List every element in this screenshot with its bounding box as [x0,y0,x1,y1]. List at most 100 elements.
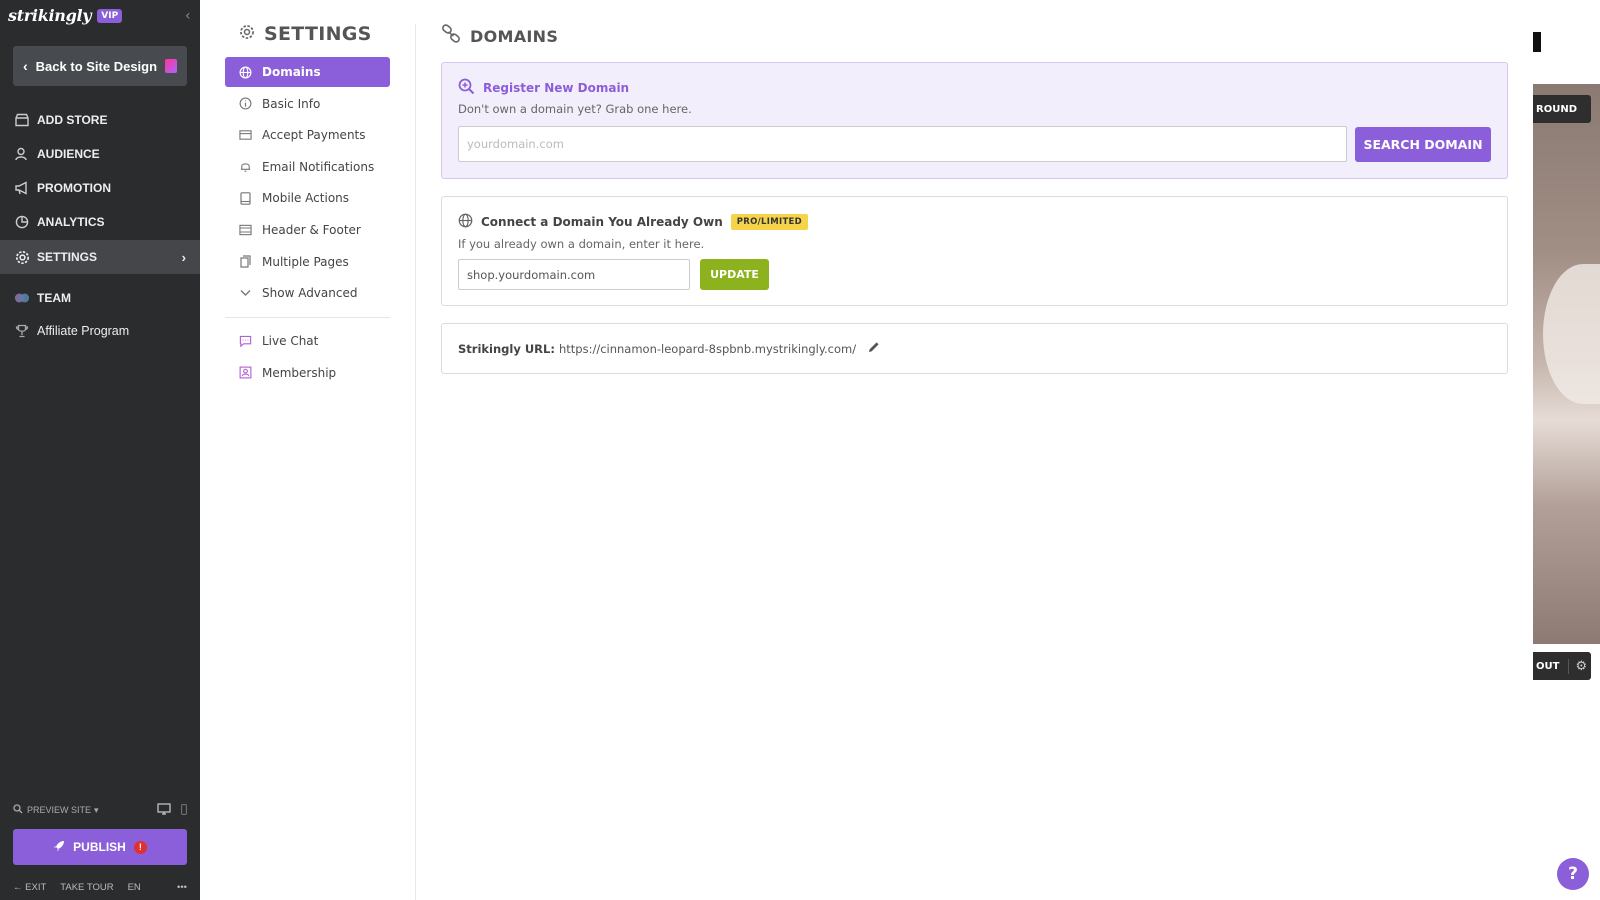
vip-badge: VIP [97,8,123,23]
globe-icon [238,66,253,79]
publish-alert-badge: ! [133,840,147,854]
sidebar-item-team[interactable]: TEAM [0,281,200,315]
preview-background-button[interactable]: ROUND [1533,95,1591,123]
language-button[interactable]: EN [128,882,141,893]
tab-accept-payments[interactable]: Accept Payments [225,120,390,150]
strikingly-logo[interactable]: strikingly [8,6,92,25]
sidebar-item-affiliate[interactable]: Affiliate Program [0,314,200,348]
tab-label: Membership [262,365,337,380]
back-to-site-design-button[interactable]: ‹ Back to Site Design [13,46,187,86]
more-options-button[interactable]: ••• [177,882,187,893]
rocket-icon [53,840,65,855]
tab-multiple-pages[interactable]: Multiple Pages [225,247,390,277]
desktop-icon[interactable] [157,803,171,817]
mobile-icon [238,192,253,205]
search-domain-icon [458,78,475,98]
gear-icon [14,250,30,265]
globe-icon [458,213,473,231]
preview-site-row: PREVIEW SITE ▾ [13,803,187,817]
pie-chart-icon [14,215,30,229]
tab-membership[interactable]: Membership [225,358,390,388]
brand: strikingly VIP [8,6,123,25]
register-domain-heading: Register New Domain [458,78,629,98]
tab-label: Mobile Actions [262,191,350,206]
help-button[interactable]: ? [1557,858,1589,890]
nav-divider [225,317,390,319]
exit-button[interactable]: ← EXIT [13,882,46,893]
credit-card-icon [238,129,253,141]
chevron-left-icon: ‹ [23,58,28,74]
info-icon [238,97,253,110]
link-icon [441,24,461,48]
preview-background-image [1533,84,1600,644]
pages-icon [238,255,253,268]
member-icon [238,366,253,379]
tab-live-chat[interactable]: Live Chat [225,326,390,356]
design-icon [165,59,177,73]
domain-search-input[interactable] [458,126,1347,162]
caret-down-icon: ▾ [94,804,99,815]
tab-label: Domains [262,65,321,79]
gear-icon[interactable]: ⚙ [1568,658,1587,674]
domains-heading: DOMAINS [441,24,558,48]
panel-divider [415,24,416,900]
sidebar-item-label: AUDIENCE [37,147,100,161]
preview-layout-button[interactable]: OUT ⚙ [1533,652,1591,680]
sidebar-item-label: ANALYTICS [37,215,105,229]
sidebar-item-label: PROMOTION [37,181,111,195]
device-toggle [157,803,187,817]
sidebar-item-label: SETTINGS [37,250,98,264]
publish-button[interactable]: PUBLISH ! [13,829,187,865]
chat-icon [238,335,253,348]
sidebar-item-settings[interactable]: SETTINGS › [0,240,200,274]
register-subtext: Don't own a domain yet? Grab one here. [458,102,692,116]
update-domain-button[interactable]: UPDATE [700,259,769,290]
tab-basic-info[interactable]: Basic Info [225,89,390,119]
tab-email-notifications[interactable]: Email Notifications [225,152,390,182]
trophy-icon [14,324,30,338]
connect-subtext: If you already own a domain, enter it he… [458,237,705,251]
strikingly-url-row: Strikingly URL: https://cinnamon-leopard… [458,341,880,357]
custom-domain-input[interactable] [458,259,690,290]
store-icon [14,113,30,127]
sidebar-item-label: TEAM [37,291,71,305]
search-domain-button[interactable]: SEARCH DOMAIN [1355,127,1491,162]
tab-label: Accept Payments [262,128,366,143]
take-tour-button[interactable]: TAKE TOUR [60,882,113,893]
chevron-down-icon [238,289,253,297]
sidebar-item-label: ADD STORE [37,113,108,127]
sidebar-item-add-store[interactable]: ADD STORE [0,103,200,137]
mobile-icon[interactable] [181,803,187,817]
domains-title: DOMAINS [470,26,559,46]
tab-label: Multiple Pages [262,254,349,269]
connect-domain-card: Connect a Domain You Already Own PRO/LIM… [441,196,1508,306]
tab-header-footer[interactable]: Header & Footer [225,215,390,245]
editor-sidebar: strikingly VIP ‹ ‹ Back to Site Design A… [0,0,200,900]
collapse-sidebar-icon[interactable]: ‹ [185,8,191,24]
strikingly-url-label: Strikingly URL: [458,342,555,356]
sidebar-footer: ← EXIT TAKE TOUR EN ••• [13,882,187,893]
preview-site-dropdown[interactable]: PREVIEW SITE [27,805,91,815]
strikingly-url-card: Strikingly URL: https://cinnamon-leopard… [441,323,1508,374]
publish-label: PUBLISH [73,840,126,854]
settings-heading: SETTINGS [239,23,372,45]
pencil-icon[interactable] [868,341,880,357]
layout-icon [238,224,253,236]
tab-label: Header & Footer [262,222,361,237]
connect-heading-text: Connect a Domain You Already Own [481,215,723,229]
tab-mobile-actions[interactable]: Mobile Actions [225,183,390,213]
sidebar-item-label: Affiliate Program [37,324,130,338]
preview-layout-label: OUT [1536,660,1560,672]
show-advanced-toggle[interactable]: Show Advanced [225,278,390,308]
tab-label: Basic Info [262,96,321,111]
strikingly-url-value: https://cinnamon-leopard-8spbnb.mystriki… [558,342,857,356]
chevron-right-icon: › [181,249,186,265]
search-icon [13,804,23,816]
sidebar-item-analytics[interactable]: ANALYTICS [0,205,200,239]
sidebar-item-promotion[interactable]: PROMOTION [0,171,200,205]
settings-nav: Domains Basic Info Accept Payments Email… [225,57,390,389]
sidebar-item-audience[interactable]: AUDIENCE [0,137,200,171]
register-domain-card: Register New Domain Don't own a domain y… [441,62,1508,179]
tab-label: Live Chat [262,334,319,349]
tab-domains[interactable]: Domains [225,57,390,87]
